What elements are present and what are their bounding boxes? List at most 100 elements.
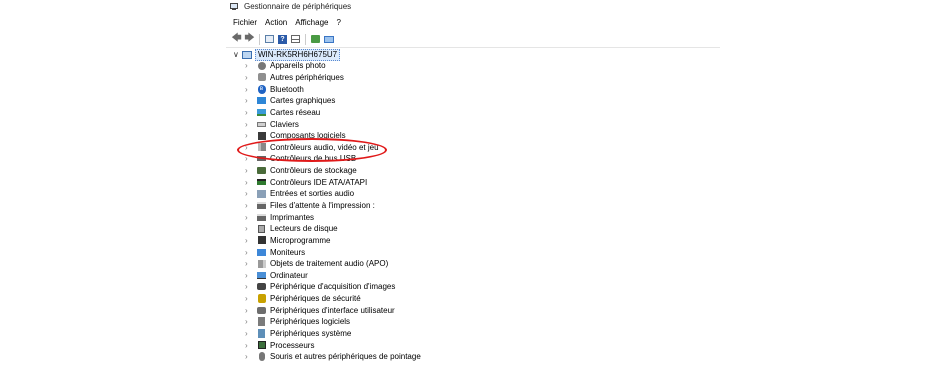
tree-item-label: Cartes réseau — [270, 107, 321, 117]
chevron-right-icon[interactable]: › — [245, 166, 257, 175]
chevron-right-icon[interactable]: › — [245, 85, 257, 94]
firmware-icon — [257, 236, 266, 245]
audio-controller-icon — [257, 143, 266, 152]
chevron-right-icon[interactable]: › — [245, 178, 257, 187]
chevron-right-icon[interactable]: › — [245, 248, 257, 257]
root-label: WIN-RK5RH6H675U7 — [255, 48, 341, 61]
tree-item[interactable]: › Périphériques système — [245, 328, 421, 340]
apo-icon — [257, 259, 266, 268]
chevron-right-icon[interactable]: › — [245, 341, 257, 350]
chevron-right-icon[interactable]: › — [245, 143, 257, 152]
software-component-icon — [257, 131, 266, 140]
chevron-right-icon[interactable]: › — [245, 271, 257, 280]
tree-item[interactable]: › Contrôleurs IDE ATA/ATAPI — [245, 176, 421, 188]
computer-icon — [242, 50, 252, 59]
tree-item-label: Claviers — [270, 119, 299, 129]
toolbar-separator — [305, 33, 306, 45]
chevron-right-icon[interactable]: › — [245, 306, 257, 315]
tree-item[interactable]: › Contrôleurs audio, vidéo et jeu — [245, 141, 421, 153]
mouse-icon — [257, 352, 266, 362]
tree-item[interactable]: › Périphériques de sécurité — [245, 293, 421, 305]
processor-icon — [257, 341, 266, 350]
tree-item-label: Périphérique d'acquisition d'images — [270, 282, 396, 292]
usb-controller-icon — [257, 154, 266, 163]
menu-affichage[interactable]: Affichage — [295, 18, 328, 27]
device-tree: ∨ WIN-RK5RH6H675U7 › Appareils photo › Autr… — [233, 48, 421, 363]
tree-item[interactable]: › Contrôleurs de stockage — [245, 165, 421, 177]
chevron-right-icon[interactable]: › — [245, 61, 257, 70]
print-queue-icon — [257, 201, 266, 210]
tree-item-label: Souris et autres périphériques de pointa… — [270, 352, 421, 362]
tree-item-label: Moniteurs — [270, 247, 306, 257]
bluetooth-icon: ʙ — [257, 84, 266, 94]
tree-item-label: Composants logiciels — [270, 131, 346, 141]
chevron-right-icon[interactable]: › — [245, 189, 257, 198]
tree-item[interactable]: › Périphériques d'interface utilisateur — [245, 304, 421, 316]
tree-item[interactable]: › Objets de traitement audio (APO) — [245, 258, 421, 270]
chevron-right-icon[interactable]: › — [245, 282, 257, 291]
tree-item[interactable]: › Périphériques logiciels — [245, 316, 421, 328]
chevron-right-icon[interactable]: › — [245, 131, 257, 140]
tree-item[interactable]: › Cartes réseau — [245, 107, 421, 119]
chevron-right-icon[interactable]: › — [245, 201, 257, 210]
tree-item[interactable]: › Files d'attente à l'impression : — [245, 200, 421, 212]
view-icon[interactable] — [290, 34, 301, 45]
tree-item-label: Contrôleurs IDE ATA/ATAPI — [270, 177, 368, 187]
menu-fichier[interactable]: Fichier — [233, 18, 257, 27]
menu-help[interactable]: ? — [336, 18, 340, 27]
ide-controller-icon — [257, 178, 266, 187]
tree-item-label: Cartes graphiques — [270, 96, 336, 106]
tree-item[interactable]: › Appareils photo — [245, 60, 421, 72]
chevron-right-icon[interactable]: › — [245, 120, 257, 129]
tree-item[interactable]: › Moniteurs — [245, 246, 421, 258]
chevron-right-icon[interactable]: › — [245, 294, 257, 303]
chevron-right-icon[interactable]: › — [245, 96, 257, 105]
chevron-right-icon[interactable]: › — [245, 259, 257, 268]
system-device-icon — [257, 329, 266, 339]
tree-item[interactable]: › ʙ Bluetooth — [245, 83, 421, 95]
window-title: Gestionnaire de périphériques — [244, 2, 352, 11]
chevron-right-icon[interactable]: › — [245, 73, 257, 82]
tree-item[interactable]: › Souris et autres périphériques de point… — [245, 351, 421, 363]
tree-item[interactable]: › Microprogramme — [245, 235, 421, 247]
chevron-right-icon[interactable]: › — [245, 352, 257, 361]
chevron-down-icon[interactable]: ∨ — [233, 50, 242, 59]
tree-item[interactable]: › Composants logiciels — [245, 130, 421, 142]
tree-item-label: Périphériques d'interface utilisateur — [270, 305, 395, 315]
tree-item-label: Périphériques de sécurité — [270, 294, 361, 304]
chevron-right-icon[interactable]: › — [245, 154, 257, 163]
tree-item[interactable]: › Ordinateur — [245, 270, 421, 282]
tree-item[interactable]: › Processeurs — [245, 339, 421, 351]
chevron-right-icon[interactable]: › — [245, 317, 257, 326]
menu-action[interactable]: Action — [265, 18, 287, 27]
tree-item-label: Files d'attente à l'impression : — [270, 201, 375, 210]
tree-item-label: Contrôleurs de bus USB — [270, 154, 357, 164]
chevron-right-icon[interactable]: › — [245, 236, 257, 245]
toolbar: 🡄 🡆 ? — [226, 31, 720, 48]
update-driver-icon[interactable] — [310, 34, 321, 45]
toolbar-separator — [259, 33, 260, 45]
tree-item[interactable]: › Cartes graphiques — [245, 95, 421, 107]
chevron-right-icon[interactable]: › — [245, 224, 257, 233]
chevron-right-icon[interactable]: › — [245, 213, 257, 222]
tree-item[interactable]: › Claviers — [245, 118, 421, 130]
help-icon[interactable]: ? — [277, 34, 288, 45]
keyboard-icon — [257, 120, 266, 129]
back-arrow-icon[interactable]: 🡄 — [231, 34, 242, 45]
tree-item[interactable]: › Imprimantes — [245, 211, 421, 223]
properties-icon[interactable] — [264, 34, 275, 45]
tree-root[interactable]: ∨ WIN-RK5RH6H675U7 — [233, 48, 421, 61]
scan-hardware-icon[interactable] — [323, 34, 334, 45]
tree-item-label: Entrées et sorties audio — [270, 189, 355, 199]
tree-item-label: Ordinateur — [270, 270, 308, 280]
tree-item[interactable]: › Lecteurs de disque — [245, 223, 421, 235]
computer-icon — [257, 271, 266, 280]
tree-item[interactable]: › Périphérique d'acquisition d'images — [245, 281, 421, 293]
tree-item[interactable]: › Contrôleurs de bus USB — [245, 153, 421, 165]
chevron-right-icon[interactable]: › — [245, 329, 257, 338]
forward-arrow-icon[interactable]: 🡆 — [244, 34, 255, 45]
chevron-right-icon[interactable]: › — [245, 108, 257, 117]
tree-item[interactable]: › Autres périphériques — [245, 72, 421, 84]
software-device-icon — [257, 317, 266, 327]
tree-item[interactable]: › Entrées et sorties audio — [245, 188, 421, 200]
